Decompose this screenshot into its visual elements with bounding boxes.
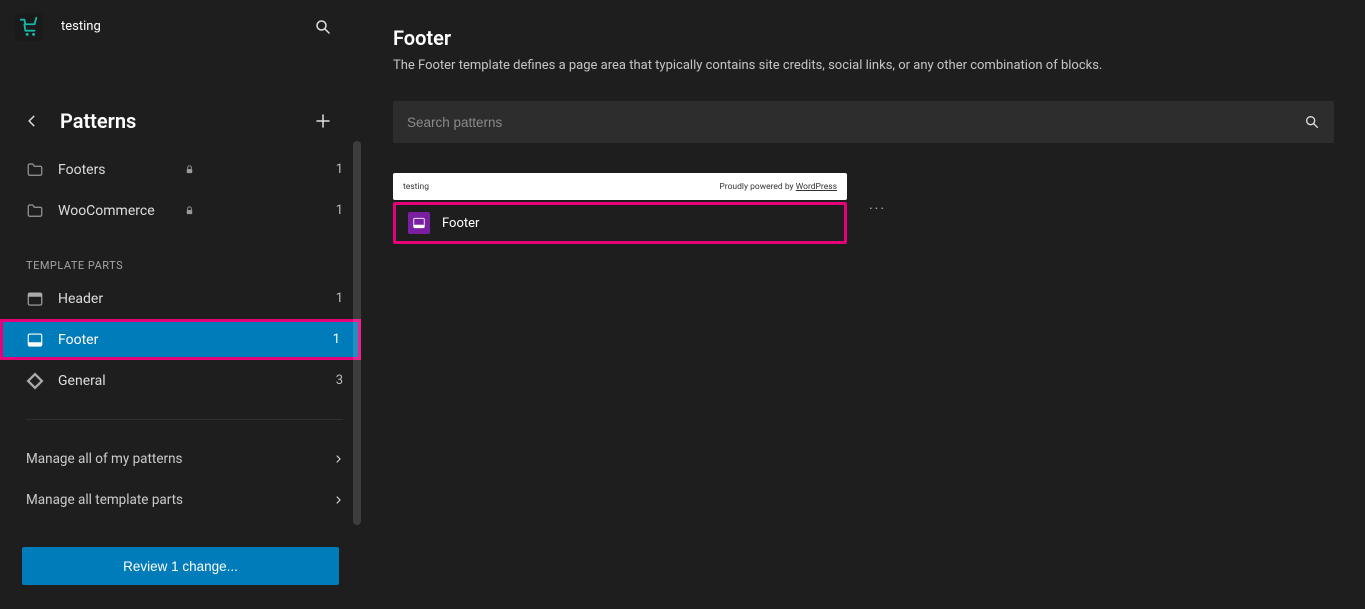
category-woocommerce[interactable]: WooCommerce 1 bbox=[16, 190, 353, 231]
manage-template-parts-link[interactable]: Manage all template parts bbox=[16, 479, 353, 520]
preview-powered-by: Proudly powered by WordPress bbox=[719, 182, 837, 192]
site-title: testing bbox=[61, 19, 287, 34]
category-footers[interactable]: Footers 1 bbox=[16, 149, 353, 190]
command-search-button[interactable] bbox=[305, 9, 341, 45]
lock-icon bbox=[184, 160, 195, 179]
pattern-card[interactable]: testing Proudly powered by WordPress Foo… bbox=[393, 173, 847, 244]
category-count: 1 bbox=[336, 203, 343, 218]
page-title: Footer bbox=[393, 26, 1333, 50]
main-content: Footer The Footer template defines a pag… bbox=[361, 0, 1365, 609]
chevron-right-icon bbox=[333, 449, 343, 468]
template-part-general[interactable]: General 3 bbox=[16, 360, 353, 401]
template-part-footer[interactable]: Footer 1 bbox=[0, 319, 361, 360]
plus-icon bbox=[314, 112, 332, 130]
pattern-card-row: testing Proudly powered by WordPress Foo… bbox=[393, 173, 863, 244]
category-count: 1 bbox=[336, 162, 343, 177]
folder-icon bbox=[26, 161, 44, 179]
template-part-label: Header bbox=[58, 291, 322, 307]
category-label: WooCommerce bbox=[58, 203, 170, 219]
site-logo[interactable] bbox=[15, 13, 43, 41]
chevron-left-icon bbox=[25, 114, 39, 128]
pattern-card-label: Footer bbox=[442, 216, 479, 231]
page-description: The Footer template defines a page area … bbox=[393, 58, 1333, 73]
template-part-label: General bbox=[58, 373, 322, 389]
pattern-card-actions-button[interactable]: ··· bbox=[869, 201, 886, 217]
sidebar-heading: Patterns bbox=[60, 109, 305, 133]
template-part-count: 1 bbox=[333, 332, 340, 347]
general-layout-icon bbox=[26, 372, 44, 390]
template-part-count: 3 bbox=[336, 373, 343, 388]
footer-layout-icon bbox=[408, 212, 430, 234]
review-changes-button[interactable]: Review 1 change... bbox=[22, 547, 339, 585]
manage-template-parts-label: Manage all template parts bbox=[26, 492, 183, 508]
commerce-icon bbox=[18, 16, 40, 38]
pattern-card-footer[interactable]: Footer bbox=[393, 202, 847, 244]
add-pattern-button[interactable] bbox=[305, 103, 341, 139]
sidebar-heading-row: Patterns bbox=[0, 93, 361, 149]
footer-layout-icon bbox=[26, 331, 44, 349]
pattern-preview: testing Proudly powered by WordPress bbox=[393, 173, 847, 200]
manage-patterns-label: Manage all of my patterns bbox=[26, 451, 183, 467]
manage-patterns-link[interactable]: Manage all of my patterns bbox=[16, 438, 353, 479]
template-part-header[interactable]: Header 1 bbox=[16, 278, 353, 319]
template-parts-section-label: TEMPLATE PARTS bbox=[16, 231, 353, 278]
sidebar-scroll[interactable]: Footers 1 WooCommerce 1 TEMPLATE PARTS bbox=[0, 149, 361, 523]
template-part-count: 1 bbox=[336, 291, 343, 306]
search-patterns-bar[interactable] bbox=[393, 101, 1334, 143]
preview-wordpress-link: WordPress bbox=[796, 182, 837, 192]
preview-site-title: testing bbox=[403, 182, 429, 192]
search-patterns-input[interactable] bbox=[407, 115, 1304, 130]
sidebar: testing Patterns Footers 1 bbox=[0, 0, 361, 609]
back-button[interactable] bbox=[16, 105, 48, 137]
search-icon bbox=[1304, 114, 1320, 130]
sidebar-topbar: testing bbox=[0, 0, 361, 53]
category-label: Footers bbox=[58, 162, 170, 178]
sidebar-footer: Review 1 change... bbox=[0, 523, 361, 609]
folder-icon bbox=[26, 202, 44, 220]
chevron-right-icon bbox=[333, 490, 343, 509]
template-part-label: Footer bbox=[58, 332, 319, 348]
sidebar-divider bbox=[26, 419, 343, 420]
header-layout-icon bbox=[26, 290, 44, 308]
scrollbar-thumb[interactable] bbox=[353, 141, 361, 525]
lock-icon bbox=[184, 201, 195, 220]
search-icon bbox=[314, 18, 332, 36]
